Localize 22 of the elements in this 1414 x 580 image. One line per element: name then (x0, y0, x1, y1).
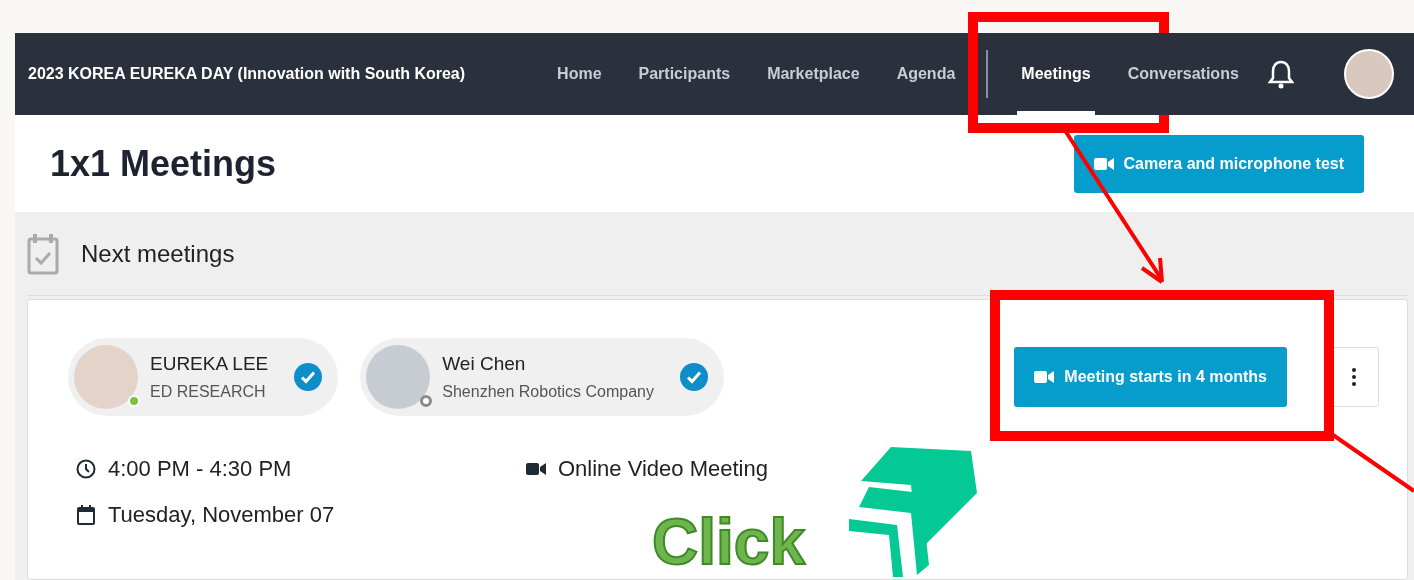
participant-name: EUREKA LEE (150, 353, 269, 375)
participant-name: Wei Chen (442, 353, 527, 375)
participant-chip[interactable]: EUREKA LEE ED RESEARCH (68, 338, 339, 416)
participant-chip[interactable]: Wei Chen Shenzhen Robotics Company (360, 338, 724, 416)
participant-company: Shenzhen Robotics Company (442, 383, 654, 401)
video-camera-icon (526, 462, 546, 476)
event-title: 2023 KOREA EUREKA DAY (Innovation with South Korea) (28, 65, 466, 83)
callout-text: Click (652, 510, 805, 574)
section-title: Next meetings (81, 239, 235, 268)
calendar-icon (76, 504, 96, 526)
meeting-time: 4:00 PM - 4:30 PM (108, 456, 292, 482)
calendar-check-icon (27, 232, 59, 275)
clock-icon (76, 459, 96, 479)
user-avatar[interactable] (1344, 49, 1394, 99)
vertical-dots-icon (1352, 368, 1356, 386)
meeting-date: Tuesday, November 07 (108, 502, 335, 528)
video-camera-icon (1034, 370, 1055, 384)
meeting-location: Online Video Meeting (558, 456, 768, 482)
bell-icon[interactable] (1268, 59, 1294, 89)
participant-company: ED RESEARCH (150, 383, 267, 401)
page-title: 1x1 Meetings (50, 142, 277, 185)
video-camera-icon (1093, 156, 1114, 171)
